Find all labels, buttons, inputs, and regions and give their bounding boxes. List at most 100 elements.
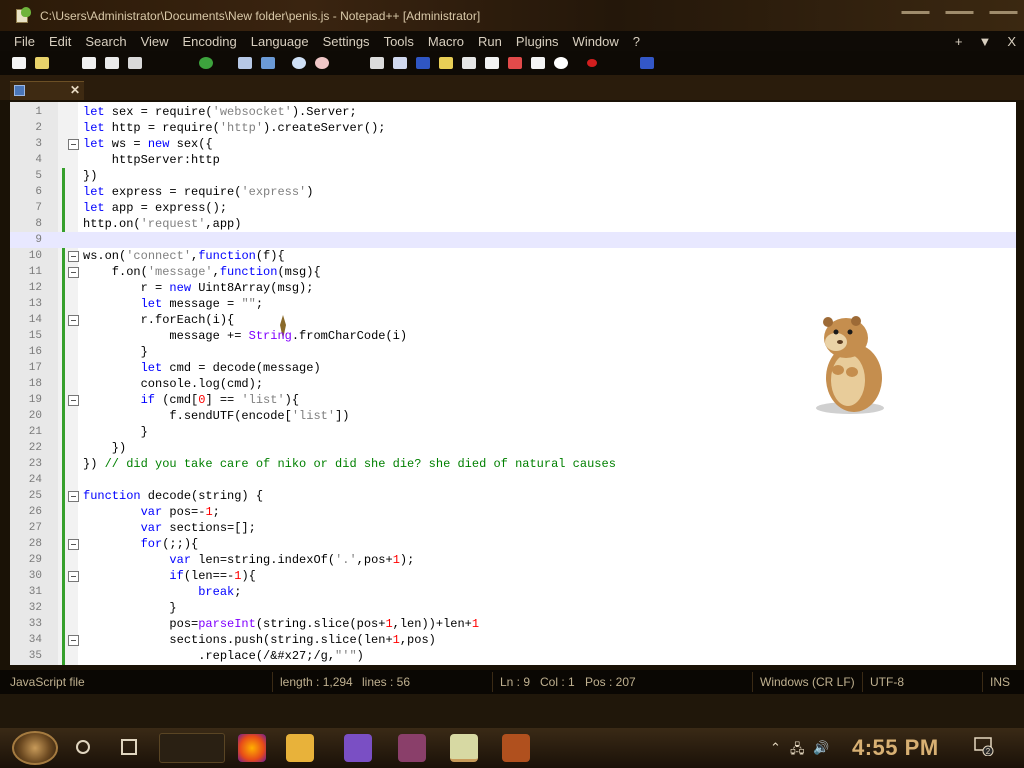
fold-toggle-icon[interactable] — [68, 251, 79, 262]
code-line[interactable]: 3 let ws = new sex({ — [10, 136, 1016, 152]
notification-center-icon[interactable]: 2 — [974, 736, 994, 756]
zoom-in-icon[interactable] — [290, 55, 308, 71]
close-button[interactable]: ▬▬▬ — [988, 6, 1018, 18]
game-app-icon[interactable] — [398, 734, 426, 762]
code-line[interactable]: 13 let message = ""; — [10, 296, 1016, 312]
code-line[interactable]: 31 break; — [10, 584, 1016, 600]
menu-item[interactable]: View — [141, 34, 169, 49]
menu-item[interactable]: Settings — [323, 34, 370, 49]
code-line[interactable]: 4 httpServer:http — [10, 152, 1016, 168]
save-all-icon[interactable] — [103, 55, 121, 71]
editor-area[interactable]: 1 let sex = require('websocket').Server; 2… — [10, 102, 1016, 665]
menu-item[interactable]: File — [14, 34, 35, 49]
tab-list-dropdown[interactable]: ▼ — [978, 34, 991, 49]
menu-item[interactable]: Language — [251, 34, 309, 49]
clock[interactable]: 4:55 PM — [852, 735, 939, 761]
monitoring-icon[interactable] — [506, 55, 524, 71]
code-line[interactable]: 35 .replace(/&#x27;/g,"'") — [10, 648, 1016, 664]
visual-studio-icon[interactable] — [344, 734, 372, 762]
fold-toggle-icon[interactable] — [68, 139, 79, 150]
fold-toggle-icon[interactable] — [68, 539, 79, 550]
task-view-icon[interactable] — [121, 739, 137, 755]
fold-toggle-icon[interactable] — [68, 635, 79, 646]
replace-icon[interactable] — [259, 55, 277, 71]
document-map-icon[interactable] — [460, 55, 478, 71]
code-line[interactable]: 12 r = new Uint8Array(msg); — [10, 280, 1016, 296]
menu-item[interactable]: Plugins — [516, 34, 559, 49]
new-file-icon[interactable] — [10, 55, 28, 71]
code-line[interactable]: 7 let app = express(); — [10, 200, 1016, 216]
function-list-icon[interactable] — [437, 55, 455, 71]
start-button[interactable] — [12, 731, 58, 765]
fold-toggle-icon[interactable] — [68, 395, 79, 406]
code-line[interactable]: 17 let cmd = decode(message) — [10, 360, 1016, 376]
code-line[interactable]: 9 — [10, 232, 1016, 248]
code-line[interactable]: 33 pos=parseInt(string.slice(pos+1,len))… — [10, 616, 1016, 632]
menu-item[interactable]: Tools — [384, 34, 414, 49]
menu-item[interactable]: Macro — [428, 34, 464, 49]
redo-icon[interactable] — [197, 55, 215, 71]
close-doc-button[interactable]: X — [1007, 34, 1016, 49]
code-line[interactable]: 28 for(;;){ — [10, 536, 1016, 552]
notepad-plus-plus-taskbar-icon[interactable] — [450, 734, 478, 762]
wrap-icon[interactable] — [368, 55, 386, 71]
menu-item[interactable]: Search — [85, 34, 126, 49]
minimize-button[interactable]: ▬▬▬ — [900, 6, 930, 18]
menu-item[interactable]: Window — [573, 34, 619, 49]
record-macro-icon[interactable] — [583, 55, 601, 71]
code-line[interactable]: 21 } — [10, 424, 1016, 440]
firefox-icon[interactable] — [238, 734, 266, 762]
maximize-button[interactable]: ▬▬▬ — [944, 6, 974, 18]
status-insert-mode[interactable]: INS — [990, 675, 1010, 689]
code-line[interactable]: 1 let sex = require('websocket').Server; — [10, 104, 1016, 120]
run-macro-icon[interactable] — [638, 55, 656, 71]
code-line[interactable]: 15 message += String.fromCharCode(i) — [10, 328, 1016, 344]
file-explorer-icon[interactable] — [286, 734, 314, 762]
indent-guide-icon[interactable] — [414, 55, 432, 71]
show-all-characters-icon[interactable] — [391, 55, 409, 71]
code-line[interactable]: 32 } — [10, 600, 1016, 616]
volume-icon[interactable]: 🔊 — [813, 740, 829, 756]
new-tab-button[interactable]: + — [955, 34, 963, 49]
open-file-icon[interactable] — [33, 55, 51, 71]
code-line[interactable]: 11 f.on('message',function(msg){ — [10, 264, 1016, 280]
print-icon[interactable] — [126, 55, 144, 71]
code-line[interactable]: 34 sections.push(string.slice(len+1,pos) — [10, 632, 1016, 648]
clipboard-history-icon[interactable] — [529, 55, 547, 71]
tray-chevron-icon[interactable]: ⌃ — [770, 740, 781, 756]
code-line[interactable]: 6 let express = require('express') — [10, 184, 1016, 200]
code-line[interactable]: 10 ws.on('connect',function(f){ — [10, 248, 1016, 264]
menu-item[interactable]: Run — [478, 34, 502, 49]
menu-item[interactable]: ? — [633, 34, 640, 49]
code-line[interactable]: 23}) // did you take care of niko or did… — [10, 456, 1016, 472]
code-line[interactable]: 30 if(len==-1){ — [10, 568, 1016, 584]
code-line[interactable]: 29 var len=string.indexOf('.',pos+1); — [10, 552, 1016, 568]
code-line[interactable]: 19 if (cmd[0] == 'list'){ — [10, 392, 1016, 408]
status-encoding[interactable]: UTF-8 — [870, 675, 904, 689]
code-line[interactable]: 2 let http = require('http').createServer… — [10, 120, 1016, 136]
save-icon[interactable] — [80, 55, 98, 71]
app-taskbar-icon[interactable] — [502, 734, 530, 762]
code-line[interactable]: 22 }) — [10, 440, 1016, 456]
fold-toggle-icon[interactable] — [68, 571, 79, 582]
fold-toggle-icon[interactable] — [68, 267, 79, 278]
code-line[interactable]: 24 — [10, 472, 1016, 488]
zoom-out-icon[interactable] — [313, 55, 331, 71]
code-line[interactable]: 25 function decode(string) { — [10, 488, 1016, 504]
find-icon[interactable] — [236, 55, 254, 71]
fold-toggle-icon[interactable] — [68, 315, 79, 326]
code-line[interactable]: 14 r.forEach(i){ — [10, 312, 1016, 328]
folder-workspace-icon[interactable] — [483, 55, 501, 71]
code-line[interactable]: 18 console.log(cmd); — [10, 376, 1016, 392]
network-icon[interactable]: 🖧 — [790, 740, 805, 762]
close-tab-icon[interactable]: ✕ — [70, 83, 80, 97]
code-line[interactable]: 16 } — [10, 344, 1016, 360]
preview-icon[interactable] — [552, 55, 570, 71]
code-line[interactable]: 5}) — [10, 168, 1016, 184]
code-line[interactable]: 8 http.on('request',app) — [10, 216, 1016, 232]
search-icon[interactable] — [76, 740, 90, 754]
menu-item[interactable]: Edit — [49, 34, 71, 49]
code-line[interactable]: 20 f.sendUTF(encode['list']) — [10, 408, 1016, 424]
menu-item[interactable]: Encoding — [183, 34, 237, 49]
tab-document[interactable]: ✕ — [10, 81, 84, 100]
